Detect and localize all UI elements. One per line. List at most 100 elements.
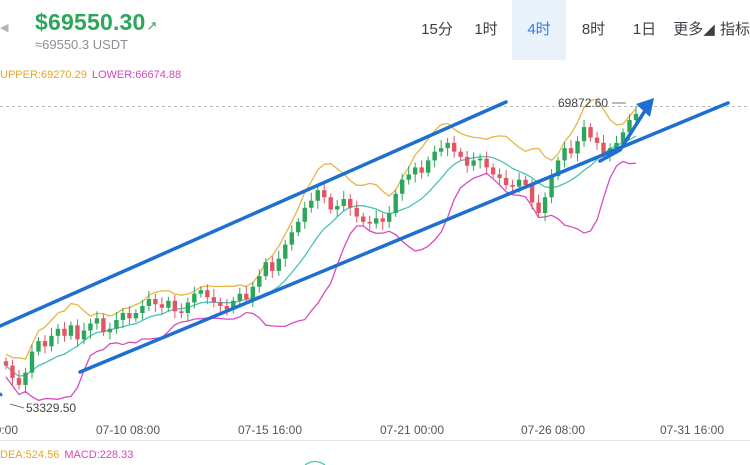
candle-body [49, 335, 54, 347]
candle-body [601, 142, 606, 154]
low-price-marker [9, 403, 25, 409]
candle-body [309, 200, 314, 208]
candle-body [289, 232, 294, 245]
candle-body [451, 142, 457, 152]
candle-body [594, 137, 600, 143]
candle-body [36, 341, 41, 352]
candle-body [159, 304, 165, 308]
candle-body [335, 206, 340, 210]
candle-body [412, 167, 418, 175]
candle-body [399, 179, 405, 194]
candle-body [127, 313, 132, 319]
candle-body [211, 297, 217, 303]
tab-8h[interactable]: 8时 [566, 0, 621, 60]
tab-more[interactable]: 更多◢ [668, 0, 720, 60]
candle-body [166, 300, 171, 308]
candle-body [296, 221, 301, 233]
candle-body [315, 190, 320, 201]
candle-body [549, 176, 554, 198]
candle-body [263, 262, 268, 277]
candle-body [172, 300, 178, 312]
candle-body [367, 221, 372, 224]
candle-body [575, 141, 580, 154]
x-tick-label: 07-15 16:00 [238, 423, 302, 437]
candle-body [588, 127, 593, 138]
candle-body [510, 184, 515, 187]
candle-body [419, 167, 424, 173]
candle-body [477, 158, 483, 161]
candle-body [81, 330, 87, 340]
candle-body [393, 193, 398, 214]
candle-body [68, 325, 74, 336]
macd-line-peek [304, 460, 326, 465]
current-price: $69550.30↗ [35, 9, 158, 36]
trend-up-arrow-icon: ↗ [146, 18, 158, 33]
candle-body [484, 158, 489, 168]
x-tick-label: 07-10 08:00 [96, 423, 160, 437]
candle-body [374, 218, 379, 224]
tab-indicators[interactable]: 指标 [720, 0, 750, 60]
candle-body [432, 151, 437, 161]
candle-body [633, 113, 639, 121]
candle-body [406, 174, 411, 180]
bollinger-mid-line [5, 135, 637, 377]
candle-body [322, 190, 327, 198]
x-tick-label: 07-26 08:00 [521, 423, 585, 437]
candle-body [16, 377, 22, 385]
candle-body [438, 148, 444, 152]
candle-body [497, 174, 502, 178]
candle-body [503, 177, 509, 185]
low-price-label: 53329.50 [26, 401, 76, 415]
lower-band-value: LOWER:66674.88 [91, 69, 182, 81]
candle-body [516, 179, 522, 187]
candle-body [198, 290, 204, 294]
candle-body [354, 207, 359, 217]
macd-readout: DEA:524.56 MACD:228.33 [0, 449, 133, 461]
candle-body [179, 311, 184, 314]
candle-body [542, 197, 548, 214]
candle-body [257, 276, 262, 287]
candle-body [581, 127, 587, 142]
dea-value: DEA:524.56 [0, 449, 60, 461]
channel-lower-line [78, 101, 730, 374]
candle-body [425, 160, 431, 173]
bollinger-upper-line [5, 98, 637, 360]
candle-body [101, 318, 106, 333]
candle-body [270, 262, 275, 271]
candle-body [42, 341, 48, 347]
candle-body [464, 156, 470, 166]
candle-body [341, 199, 346, 207]
candle-body [94, 318, 100, 324]
price-value: $69550.30 [35, 9, 146, 35]
tab-4h[interactable]: 4时 [512, 0, 566, 60]
candle-body [361, 216, 366, 222]
candle-body [283, 244, 288, 259]
x-tick-label: 07-21 00:00 [380, 423, 444, 437]
candle-body [55, 328, 61, 336]
high-price-label: 69872.60 [558, 96, 608, 110]
candle-body [490, 167, 496, 175]
candle-body [568, 148, 574, 154]
tab-1d[interactable]: 1日 [621, 0, 668, 60]
candle-body [218, 302, 223, 306]
candle-body [75, 325, 80, 340]
tab-15m[interactable]: 15分 [414, 0, 460, 60]
candle-body [10, 365, 15, 378]
macd-value: MACD:228.33 [64, 449, 134, 461]
candle-body [458, 151, 463, 157]
candle-body [523, 179, 528, 185]
candle-body [205, 290, 210, 298]
candle-body [380, 218, 385, 222]
candle-body [386, 213, 392, 222]
back-arrow-icon[interactable]: ◀ [0, 21, 8, 34]
tab-1h[interactable]: 1时 [460, 0, 512, 60]
candle-body [471, 160, 476, 166]
candle-body [3, 361, 9, 366]
candle-body [88, 323, 93, 331]
candle-body [107, 328, 113, 333]
candle-body [140, 306, 145, 314]
candle-body [244, 293, 249, 299]
candle-body [114, 320, 119, 329]
candle-body [276, 258, 281, 271]
candle-body [29, 351, 35, 373]
